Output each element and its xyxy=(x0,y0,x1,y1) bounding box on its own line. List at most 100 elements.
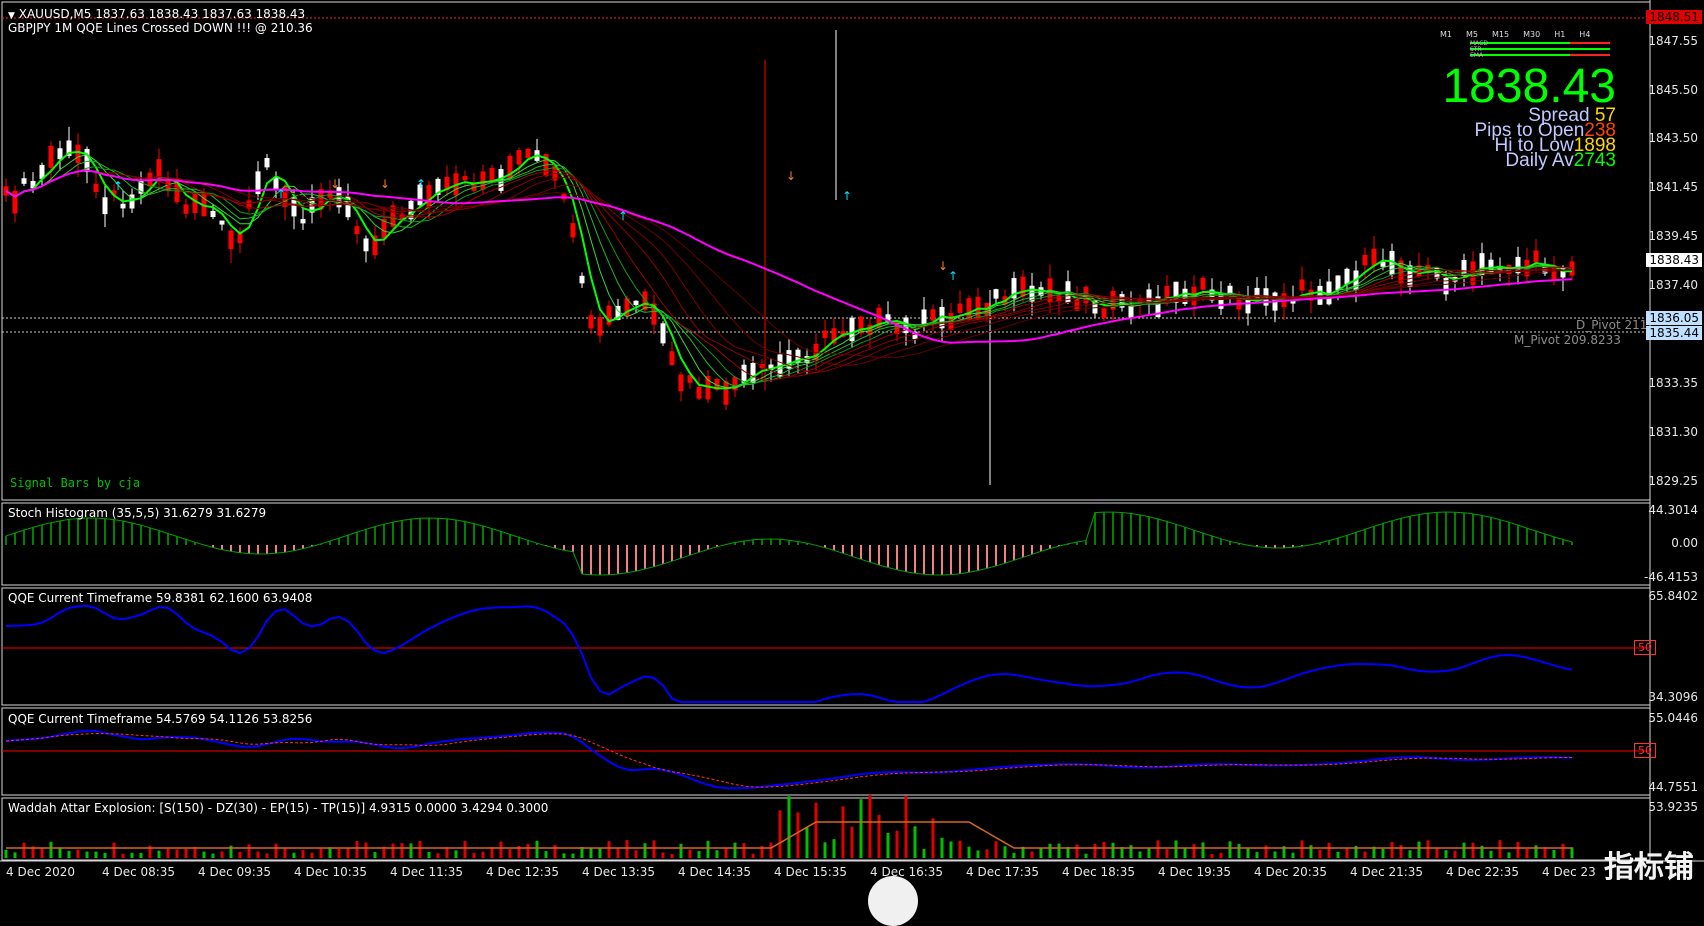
candle-body xyxy=(75,144,81,164)
time-tick: 4 Dec 19:35 xyxy=(1158,865,1232,879)
scroll-circle-icon[interactable] xyxy=(868,876,918,926)
candle-body xyxy=(525,148,531,158)
candle-body xyxy=(363,238,369,252)
signal-up-arrow-icon: ↑ xyxy=(842,189,852,203)
candle-body xyxy=(1200,277,1206,290)
candle-body xyxy=(579,275,585,284)
time-tick: 4 Dec 22:35 xyxy=(1446,865,1520,879)
candle-body xyxy=(183,204,189,214)
candle-body xyxy=(228,230,234,250)
m-pivot-label: M_Pivot 209.8233 xyxy=(1514,333,1621,347)
signal-up-arrow-icon: ↑ xyxy=(113,179,123,193)
candle-body xyxy=(570,223,576,238)
time-tick: 4 Dec 09:35 xyxy=(198,865,272,879)
candle-body xyxy=(723,381,729,405)
timeframe-table: M1 M5 M15 M30 H1 H4 MACD STR EMA xyxy=(1440,30,1620,66)
signal-up-arrow-icon: ↑ xyxy=(618,209,628,223)
time-tick: 4 Dec 16:35 xyxy=(870,865,944,879)
candle-body xyxy=(1416,265,1422,277)
time-tick: 4 Dec 21:35 xyxy=(1350,865,1424,879)
current-price-badge: 1838.43 xyxy=(1646,253,1702,267)
candle-body xyxy=(120,203,126,209)
time-tick: 4 Dec 2020 xyxy=(6,865,76,879)
y-tick: 1845.50 xyxy=(1648,83,1698,97)
candle-body xyxy=(1299,279,1305,291)
candle-body xyxy=(741,364,747,383)
qqe2-y-tick: 44.7551 xyxy=(1648,780,1698,794)
tf-m15: M15 xyxy=(1492,30,1510,39)
stoch-y-tick: 0.00 xyxy=(1671,536,1698,550)
qqe1-y-tick: 34.3096 xyxy=(1648,690,1698,704)
candle-body xyxy=(1533,250,1539,263)
qqe2-line xyxy=(5,729,1573,790)
pivot-badge-2: 1835.44 xyxy=(1646,326,1702,340)
candle-body xyxy=(1362,254,1368,266)
signal-down-arrow-icon: ↓ xyxy=(380,177,390,191)
candle-body xyxy=(48,145,54,168)
candle-body xyxy=(12,190,18,214)
signal-up-arrow-icon: ↑ xyxy=(416,177,426,191)
chart-subtitle: GBPJPY 1M QQE Lines Crossed DOWN !!! @ 2… xyxy=(8,21,313,35)
main-chart-overlays xyxy=(2,17,1650,333)
signal-up-arrow-icon: ↑ xyxy=(948,269,958,283)
daily-row: Daily Av2743 xyxy=(1505,151,1616,171)
collapse-arrow-icon[interactable]: ▼ xyxy=(8,11,15,21)
time-tick: 4 Dec 14:35 xyxy=(678,865,752,879)
candle-body xyxy=(957,303,963,313)
candle-body xyxy=(921,309,927,324)
y-tick: 1829.25 xyxy=(1648,474,1698,488)
qqe1-line xyxy=(5,604,1573,703)
candle-body xyxy=(1164,286,1170,298)
candle-body xyxy=(300,219,306,224)
candlestick-series xyxy=(3,30,1575,485)
signal-down-arrow-icon: ↓ xyxy=(938,259,948,273)
candle-body xyxy=(597,317,603,336)
candle-body xyxy=(993,289,999,299)
waddah-y-tick: 53.9235 xyxy=(1648,800,1698,814)
time-tick: 4 Dec 13:35 xyxy=(582,865,656,879)
daily-label: Daily Av xyxy=(1505,150,1574,171)
candle-body xyxy=(588,315,594,329)
candle-body xyxy=(426,185,432,208)
qqe2-title: QQE Current Timeframe 54.5769 54.1126 53… xyxy=(8,712,313,726)
y-tick: 1831.30 xyxy=(1648,425,1698,439)
candle-body xyxy=(696,386,702,399)
trading-chart-canvas[interactable]: ↑↑↑↑↑↑↓ ↓↓↓ xyxy=(0,0,1704,888)
time-tick: 4 Dec 10:35 xyxy=(294,865,368,879)
candle-body xyxy=(516,150,522,165)
stoch-y-tick: -46.4153 xyxy=(1644,570,1698,584)
y-tick: 1843.50 xyxy=(1648,131,1698,145)
candle-body xyxy=(1371,248,1377,266)
candle-body xyxy=(462,176,468,181)
d-pivot-label: D_Pivot 211 xyxy=(1576,318,1648,332)
time-tick: 4 Dec 18:35 xyxy=(1062,865,1136,879)
time-tick: 4 Dec 08:35 xyxy=(102,865,176,879)
qqe2-signal-line xyxy=(5,732,1572,788)
y-tick: 1847.55 xyxy=(1648,34,1698,48)
pivot-ma-line xyxy=(5,169,1573,344)
candle-body xyxy=(102,197,108,215)
candle-body xyxy=(1101,308,1107,319)
y-tick: 1837.40 xyxy=(1648,278,1698,292)
qqe1-level-badge: 50 xyxy=(1634,640,1656,655)
panel-frame xyxy=(1,587,1651,706)
chart-title-text: XAUUSD,M5 1837.63 1838.43 1837.63 1838.4… xyxy=(18,7,306,21)
signal-bars-label: Signal Bars by cja xyxy=(10,476,141,490)
tf-h1: H1 xyxy=(1554,30,1566,39)
qqe2-level-badge: 50 xyxy=(1634,743,1656,758)
waddah-title: Waddah Attar Explosion: [S(150) - DZ(30)… xyxy=(8,801,549,815)
ma-ribbon-line xyxy=(5,169,1573,358)
time-tick: 4 Dec 23 xyxy=(1542,865,1596,879)
signal-up-arrow-icon: ↑ xyxy=(276,187,286,201)
panel-borders xyxy=(0,0,1704,862)
chart-title: ▼ XAUUSD,M5 1837.63 1838.43 1837.63 1838… xyxy=(8,7,305,21)
candle-body xyxy=(192,193,198,214)
tf-m5: M5 xyxy=(1466,30,1478,39)
signal-down-arrow-icon: ↓ xyxy=(330,177,340,191)
candle-body xyxy=(93,183,99,192)
qqe1-y-tick: 65.8402 xyxy=(1648,589,1698,603)
candle-body xyxy=(1344,268,1350,285)
candle-body xyxy=(219,220,225,225)
ma-ribbon-line xyxy=(5,169,1573,366)
candle-body xyxy=(642,291,648,310)
